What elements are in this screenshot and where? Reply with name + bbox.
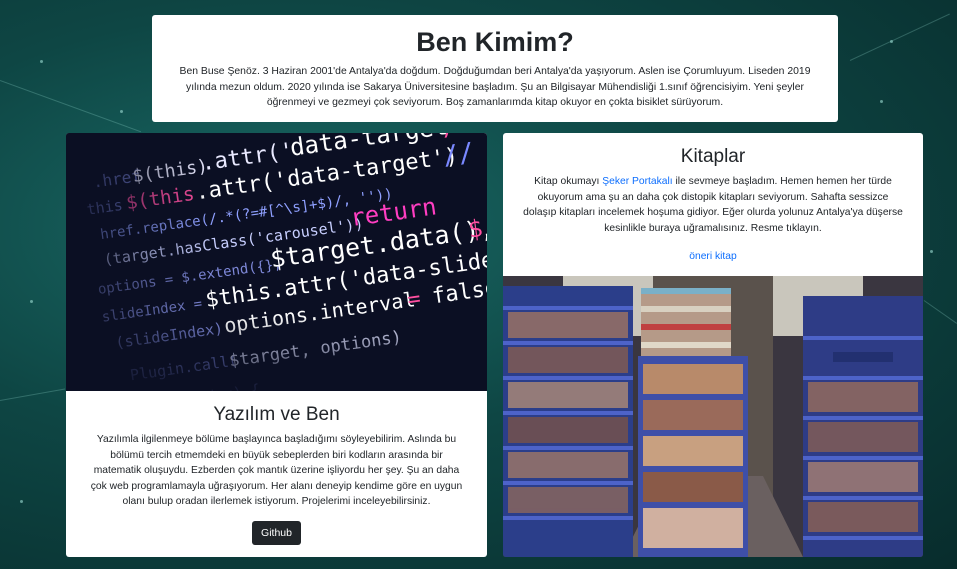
books-title: Kitaplar <box>680 146 746 167</box>
code-screen-svg: .href $(this) .attr(' data-target ) this… <box>66 133 487 391</box>
books-text: Kitap okumayı Şeker Portakalı ile sevmey… <box>523 174 903 236</box>
book-link[interactable]: Şeker Portakalı <box>602 176 672 187</box>
books-card: Kitaplar Kitap okumayı Şeker Portakalı i… <box>503 133 923 557</box>
software-text: Yazılımla ilgilenmeye bölüme başlayınca … <box>90 434 463 508</box>
suggestion-link[interactable]: öneri kitap <box>689 251 737 262</box>
bookshop-svg <box>503 276 923 557</box>
code-screen-image: .href $(this) .attr(' data-target ) this… <box>66 133 487 391</box>
bookshop-image[interactable] <box>503 276 923 557</box>
github-button[interactable]: Github <box>252 520 301 545</box>
software-card: .href $(this) .attr(' data-target ) this… <box>66 133 487 557</box>
books-card-body: Kitaplar Kitap okumayı Şeker Portakalı i… <box>503 146 923 264</box>
intro-text: Ben Buse Şenöz. 3 Haziran 2001'de Antaly… <box>179 66 811 108</box>
intro-card: Ben Kimim? Ben Buse Şenöz. 3 Haziran 200… <box>152 15 838 122</box>
software-title: Yazılım ve Ben <box>213 404 340 425</box>
software-card-body: Yazılım ve Ben Yazılımla ilgilenmeye böl… <box>66 391 487 545</box>
intro-title: Ben Kimim? <box>416 27 574 57</box>
books-text-start: Kitap okumayı <box>534 176 603 187</box>
